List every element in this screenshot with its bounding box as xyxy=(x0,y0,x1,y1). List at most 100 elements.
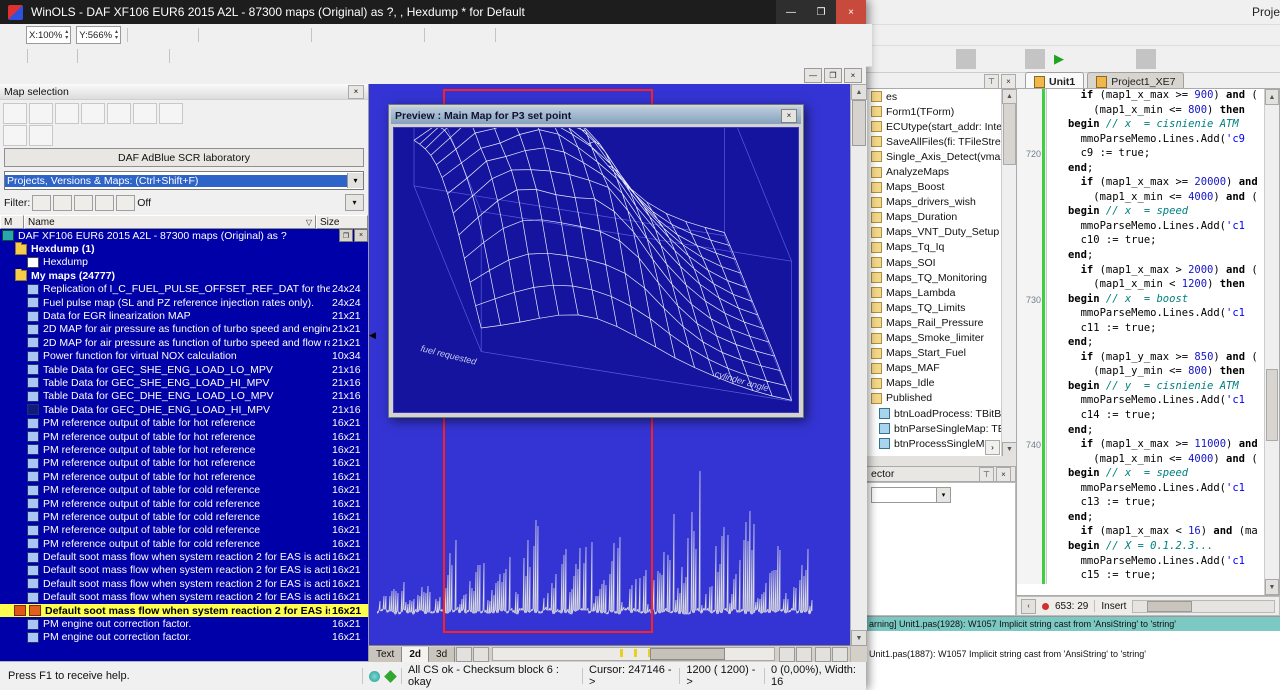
code-line[interactable]: (map1_x_min < 1200) then xyxy=(1017,278,1279,293)
toolbar-icon[interactable] xyxy=(542,27,562,44)
toolbar-icon[interactable] xyxy=(1181,49,1201,69)
toolbar-icon[interactable] xyxy=(956,49,976,69)
filter-dropdown-icon[interactable]: ▾ xyxy=(345,194,364,211)
map-row[interactable]: Default soot mass flow when system react… xyxy=(0,604,368,617)
toolbar-icon[interactable] xyxy=(890,49,910,69)
code-line[interactable]: (map1_x_min <= 4000) and ( xyxy=(1017,191,1279,206)
toolbar-icon[interactable] xyxy=(500,27,520,44)
map-row[interactable]: Default soot mass flow when system react… xyxy=(0,564,368,577)
code-line[interactable]: end; xyxy=(1017,162,1279,177)
scroll-left-icon[interactable] xyxy=(473,647,489,662)
map-row[interactable]: Table Data for GEC_DHE_ENG_LOAD_LO_MPV 2… xyxy=(0,390,368,403)
toolbar-icon[interactable] xyxy=(316,27,336,44)
structure-item[interactable]: Maps_Boost xyxy=(867,180,1002,195)
menu-item[interactable] xyxy=(42,66,56,84)
hexdump-2d-plot[interactable] xyxy=(377,420,813,626)
filter-toggle-icon[interactable] xyxy=(74,195,93,211)
zoom-x-spinner[interactable]: X:100%▴▾ xyxy=(26,26,71,44)
code-line[interactable]: end; xyxy=(1017,511,1279,526)
toolbar-icon[interactable] xyxy=(424,28,425,42)
toolbar-icon[interactable] xyxy=(980,49,1000,69)
code-line[interactable]: end; xyxy=(1017,424,1279,439)
horizontal-scrollbar[interactable] xyxy=(492,647,775,661)
zoom-y-spinner[interactable]: Y:566%▴▾ xyxy=(76,26,121,44)
filter-toggle-icon[interactable] xyxy=(32,195,51,211)
toolbar-icon[interactable] xyxy=(1223,49,1243,69)
spinner-arrows-icon[interactable]: ▴▾ xyxy=(115,29,118,41)
filter-toggle-icon[interactable] xyxy=(116,195,135,211)
menu-item[interactable] xyxy=(98,66,112,84)
code-editor[interactable]: if (map1_x_max >= 900) and ( (map1_x_min… xyxy=(1016,88,1280,596)
map-row[interactable]: Table Data for GEC_DHE_ENG_LOAD_HI_MPV 2… xyxy=(0,403,368,416)
structure-item[interactable]: Maps_Tq_Iq xyxy=(867,240,1002,255)
toolbar-icon[interactable] xyxy=(429,27,449,44)
structure-item[interactable]: Published xyxy=(867,391,1002,406)
filter-toggle-icon[interactable] xyxy=(95,195,114,211)
toolbar-icon[interactable] xyxy=(82,48,102,65)
structure-item[interactable]: Maps_TQ_Monitoring xyxy=(867,270,1002,285)
message-row[interactable]: Unit1.pas(1887): W1057 Implicit string c… xyxy=(866,647,1280,661)
scroll-up-icon[interactable]: ▲ xyxy=(1265,89,1279,105)
toolbar-icon[interactable] xyxy=(127,28,128,42)
structure-item[interactable]: Maps_Lambda xyxy=(867,285,1002,300)
code-line[interactable]: c13 := true; xyxy=(1017,496,1279,511)
combo-dropdown-icon[interactable]: ▾ xyxy=(936,488,950,502)
column-header-size[interactable]: Size xyxy=(316,215,368,229)
structure-item[interactable]: Maps_Idle xyxy=(867,376,1002,391)
structure-scrollbar-thumb[interactable] xyxy=(1003,103,1016,165)
code-line[interactable]: c15 := true; xyxy=(1017,569,1279,584)
map-row[interactable]: Hexdump (1) xyxy=(0,242,368,255)
toolbar-icon[interactable] xyxy=(3,24,23,41)
code-line[interactable]: c11 := true; xyxy=(1017,322,1279,337)
code-line[interactable]: if (map1_y_max >= 850) and ( xyxy=(1017,351,1279,366)
code-line[interactable]: end; xyxy=(1017,336,1279,351)
map-row[interactable]: Data for EGR linearization MAP 21x21 xyxy=(0,309,368,322)
scroll-nav-icon[interactable] xyxy=(815,647,831,662)
combo-dropdown-icon[interactable]: ▾ xyxy=(347,173,363,188)
code-line[interactable]: begin // y = cisnienie ATM xyxy=(1017,380,1279,395)
structure-item[interactable]: Maps_Start_Fuel xyxy=(867,346,1002,361)
code-line[interactable]: (map1_y_min <= 800) then xyxy=(1017,365,1279,380)
preview-window[interactable]: Preview : Main Map for P3 set point × fu… xyxy=(388,104,804,418)
toolbar-icon[interactable] xyxy=(358,27,378,44)
code-line[interactable]: begin // x = cisnienie ATM xyxy=(1017,118,1279,133)
map-row[interactable]: PM reference output of table for hot ref… xyxy=(0,416,368,429)
project-row[interactable]: DAF XF106 EUR6 2015 A2L - 87300 maps (Or… xyxy=(0,229,368,242)
toolbar-icon[interactable] xyxy=(1160,49,1180,69)
map-row[interactable]: 2D MAP for air pressure as function of t… xyxy=(0,336,368,349)
scroll-left-icon[interactable]: ‹ xyxy=(1021,599,1036,614)
menu-item[interactable] xyxy=(112,66,126,84)
structure-item[interactable]: Maps_SOI xyxy=(867,255,1002,270)
menu-item[interactable] xyxy=(70,66,84,84)
spinner-arrows-icon[interactable]: ▴▾ xyxy=(65,29,68,41)
toolbar-icon[interactable] xyxy=(1070,49,1090,69)
toolbar-icon[interactable] xyxy=(869,49,889,69)
map-tool-icon[interactable] xyxy=(3,103,27,124)
view-tab[interactable]: Text xyxy=(369,647,402,662)
minimize-button[interactable]: — xyxy=(776,0,806,24)
structure-item[interactable]: SaveAllFiles(fi: TFileStream) xyxy=(867,134,1002,149)
toolbar-icon[interactable] xyxy=(198,28,199,42)
toolbar-icon[interactable] xyxy=(203,27,223,44)
view-tab[interactable]: 2d xyxy=(402,647,429,662)
map-row[interactable]: PM reference output of table for hot ref… xyxy=(0,443,368,456)
map-tool-icon[interactable] xyxy=(107,103,131,124)
map-row[interactable]: Default soot mass flow when system react… xyxy=(0,577,368,590)
toolbar-icon[interactable] xyxy=(400,27,420,44)
toolbar-icon[interactable] xyxy=(300,48,320,65)
toolbar-icon[interactable] xyxy=(258,48,278,65)
map-tool-icon[interactable] xyxy=(81,103,105,124)
map-row[interactable]: PM reference output of table for cold re… xyxy=(0,537,368,550)
laboratory-button[interactable]: DAF AdBlue SCR laboratory xyxy=(4,148,364,167)
toolbar-icon[interactable] xyxy=(521,27,541,44)
toolbar-icon[interactable] xyxy=(495,28,496,42)
map-row[interactable]: PM reference output of table for cold re… xyxy=(0,483,368,496)
map-tool-icon[interactable] xyxy=(29,103,53,124)
column-header-name[interactable]: Name▽ xyxy=(24,215,316,229)
toolbar-icon[interactable] xyxy=(153,27,173,44)
vertical-scrollbar[interactable]: ▲ ▼ xyxy=(850,84,867,662)
close-icon[interactable]: × xyxy=(1001,74,1016,89)
code-line[interactable]: if (map1_x_max < 16) and (ma xyxy=(1017,525,1279,540)
column-header-m[interactable]: M xyxy=(0,215,24,229)
horizontal-scrollbar-thumb[interactable] xyxy=(650,648,725,660)
